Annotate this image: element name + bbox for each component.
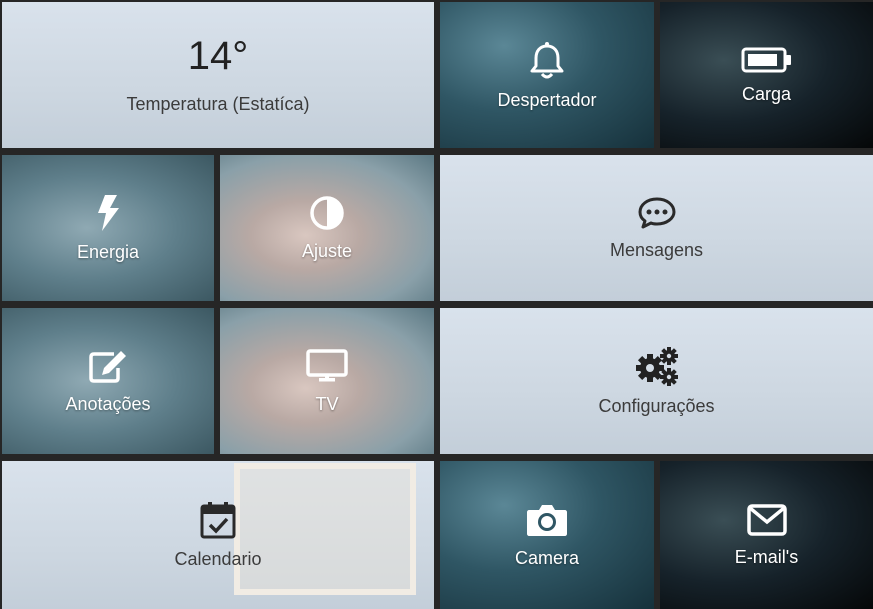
bell-icon: [528, 40, 566, 80]
alarm-label: Despertador: [497, 89, 597, 110]
calendar-check-icon: [200, 501, 236, 539]
energy-tile[interactable]: Energia: [2, 155, 214, 301]
email-label: E-mail's: [734, 546, 799, 567]
battery-tile[interactable]: Carga: [660, 2, 873, 148]
tile-grid: 14° Temperatura (Estatíca) Despertador C…: [0, 0, 873, 609]
edit-icon: [88, 348, 128, 384]
adjust-label: Ajuste: [301, 240, 353, 261]
contrast-icon: [309, 195, 345, 231]
notes-label: Anotações: [65, 393, 151, 414]
tv-tile[interactable]: TV: [220, 308, 434, 454]
settings-tile[interactable]: Configurações: [440, 308, 873, 454]
email-tile[interactable]: E-mail's: [660, 461, 873, 609]
messages-label: Mensagens: [609, 239, 704, 260]
battery-label: Carga: [741, 83, 792, 104]
camera-icon: [525, 502, 569, 538]
tv-icon: [305, 348, 349, 384]
temperature-value: 14°: [187, 33, 249, 78]
notes-tile[interactable]: Anotações: [2, 308, 214, 454]
temperature-tile[interactable]: 14° Temperatura (Estatíca): [2, 2, 434, 148]
calendar-label: Calendario: [174, 548, 262, 569]
energy-label: Energia: [76, 241, 140, 262]
calendar-tile[interactable]: Calendario: [2, 461, 434, 609]
alarm-tile[interactable]: Despertador: [440, 2, 654, 148]
camera-label: Camera: [514, 547, 580, 568]
settings-label: Configurações: [598, 395, 715, 416]
messages-tile[interactable]: Mensagens: [440, 155, 873, 301]
adjust-tile[interactable]: Ajuste: [220, 155, 434, 301]
bolt-icon: [95, 194, 121, 232]
battery-icon: [741, 46, 793, 74]
cogs-icon: [635, 346, 679, 386]
chat-icon: [637, 196, 677, 230]
temperature-label: Temperatura (Estatíca): [126, 93, 310, 114]
camera-tile[interactable]: Camera: [440, 461, 654, 609]
tv-label: TV: [315, 393, 339, 414]
envelope-icon: [746, 503, 788, 537]
